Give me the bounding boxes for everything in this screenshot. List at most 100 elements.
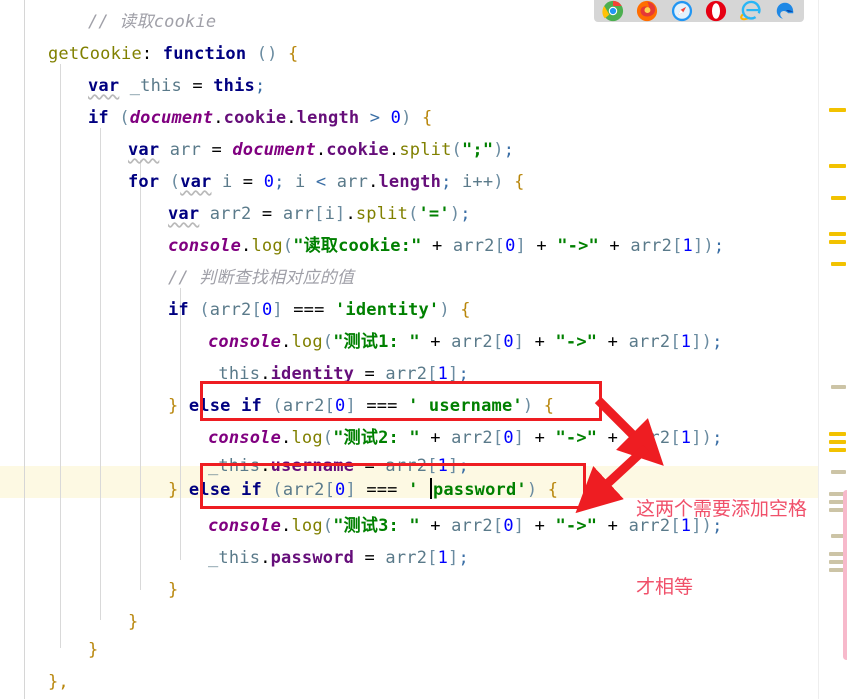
code-token: arr2 (452, 236, 495, 256)
code-token: var (180, 172, 212, 192)
code-token: ; (255, 76, 266, 96)
gutter-marker[interactable] (829, 232, 846, 236)
vertical-scrollbar-thumb[interactable] (843, 490, 847, 660)
code-token: . (281, 516, 292, 536)
browser-icon-bar (594, 0, 804, 22)
code-token: [ (670, 332, 681, 352)
code-token: length (378, 172, 442, 192)
code-token: [ (251, 300, 262, 320)
code-token: ( (282, 236, 294, 256)
gutter-marker[interactable] (829, 432, 846, 436)
code-token: 0 (503, 516, 514, 536)
code-token: ( (199, 300, 210, 320)
code-token: this (213, 76, 255, 96)
annotation-note-line2: 才相等 (636, 576, 694, 598)
annotation-note: 这两个需要添加空格 才相等 (636, 444, 807, 652)
code-token: "->" (555, 516, 598, 536)
code-token: _this (208, 548, 261, 568)
code-token: document (129, 108, 214, 128)
edge-icon[interactable] (774, 0, 796, 22)
code-token: arr2 (630, 236, 673, 256)
code-token: 1 (680, 332, 692, 352)
code-line[interactable]: }, (0, 666, 818, 698)
code-token: } (128, 612, 139, 632)
password-condition-box (200, 463, 586, 509)
code-token: ) (449, 204, 461, 224)
code-token: = (232, 172, 264, 192)
code-token: 'identity' (335, 300, 440, 320)
code-token: [ (427, 548, 438, 568)
code-token: console (208, 332, 282, 352)
code-line[interactable]: var arr = document.cookie.split(";"); (0, 134, 818, 166)
code-token: '=' (418, 204, 450, 224)
gutter-marker[interactable] (831, 196, 846, 200)
code-token: log (291, 428, 323, 448)
code-token: } (88, 640, 99, 660)
code-token: { (288, 44, 299, 64)
code-token: log (291, 516, 323, 536)
code-token: + (525, 236, 558, 256)
ie-icon[interactable] (739, 0, 762, 22)
code-token: _this (129, 76, 182, 96)
code-token: . (281, 332, 292, 352)
code-token: ] (513, 516, 525, 536)
code-token: ) (493, 140, 504, 160)
code-token: }, (48, 672, 69, 692)
opera-icon[interactable] (705, 0, 727, 22)
code-line[interactable]: for (var i = 0; i < arr.length; i++) { (0, 166, 818, 198)
code-token: // 读取cookie (88, 12, 217, 32)
gutter-marker[interactable] (831, 385, 846, 389)
gutter-marker[interactable] (829, 108, 846, 112)
code-line[interactable]: var arr2 = arr[i].split('='); (0, 198, 818, 230)
code-token: 0 (263, 172, 275, 192)
code-line[interactable]: if (document.cookie.length > 0) { (0, 102, 818, 134)
code-token: cookie (326, 140, 389, 160)
code-token: + (419, 516, 452, 536)
code-token: ] (335, 204, 346, 224)
code-token: . (388, 140, 400, 160)
chrome-icon[interactable] (602, 0, 624, 22)
code-line[interactable]: var _this = this; (0, 70, 818, 102)
code-token: split (399, 140, 452, 160)
code-token: { (421, 108, 433, 128)
code-line[interactable]: getCookie: function () { (0, 38, 818, 70)
code-token: ( (119, 108, 130, 128)
code-line[interactable]: console.log("读取cookie:" + arr2[0] + "->"… (0, 230, 818, 262)
code-token: ] (272, 300, 283, 320)
gutter-marker[interactable] (829, 448, 846, 452)
safari-icon[interactable] (671, 0, 693, 22)
code-token: + (599, 236, 631, 256)
code-line[interactable]: console.log("测试1: " + arr2[0] + "->" + a… (0, 326, 818, 358)
gutter-marker[interactable] (831, 262, 846, 266)
code-token: "读取cookie:" (293, 236, 422, 256)
code-token: password (270, 548, 355, 568)
code-token: // 判断查找相对应的值 (168, 268, 355, 288)
gutter-marker[interactable] (831, 470, 846, 474)
code-token: + (419, 428, 452, 448)
code-token: length (296, 108, 360, 128)
gutter-marker[interactable] (829, 164, 846, 168)
firefox-icon[interactable] (636, 0, 658, 22)
code-token: 0 (261, 300, 273, 320)
gutter-marker[interactable] (829, 440, 846, 444)
code-token: 1 (437, 548, 449, 568)
code-token: . (213, 108, 224, 128)
code-token: for (128, 172, 160, 192)
code-token: i (221, 172, 233, 192)
code-token: ] (513, 428, 525, 448)
code-token: [ (672, 236, 683, 256)
gutter-marker[interactable] (829, 240, 846, 244)
code-token: . (241, 236, 252, 256)
code-line[interactable]: // 判断查找相对应的值 (0, 262, 818, 294)
code-line[interactable]: if (arr2[0] === 'identity') { (0, 294, 818, 326)
code-token: arr2 (451, 428, 493, 448)
code-token: arr2 (451, 332, 493, 352)
